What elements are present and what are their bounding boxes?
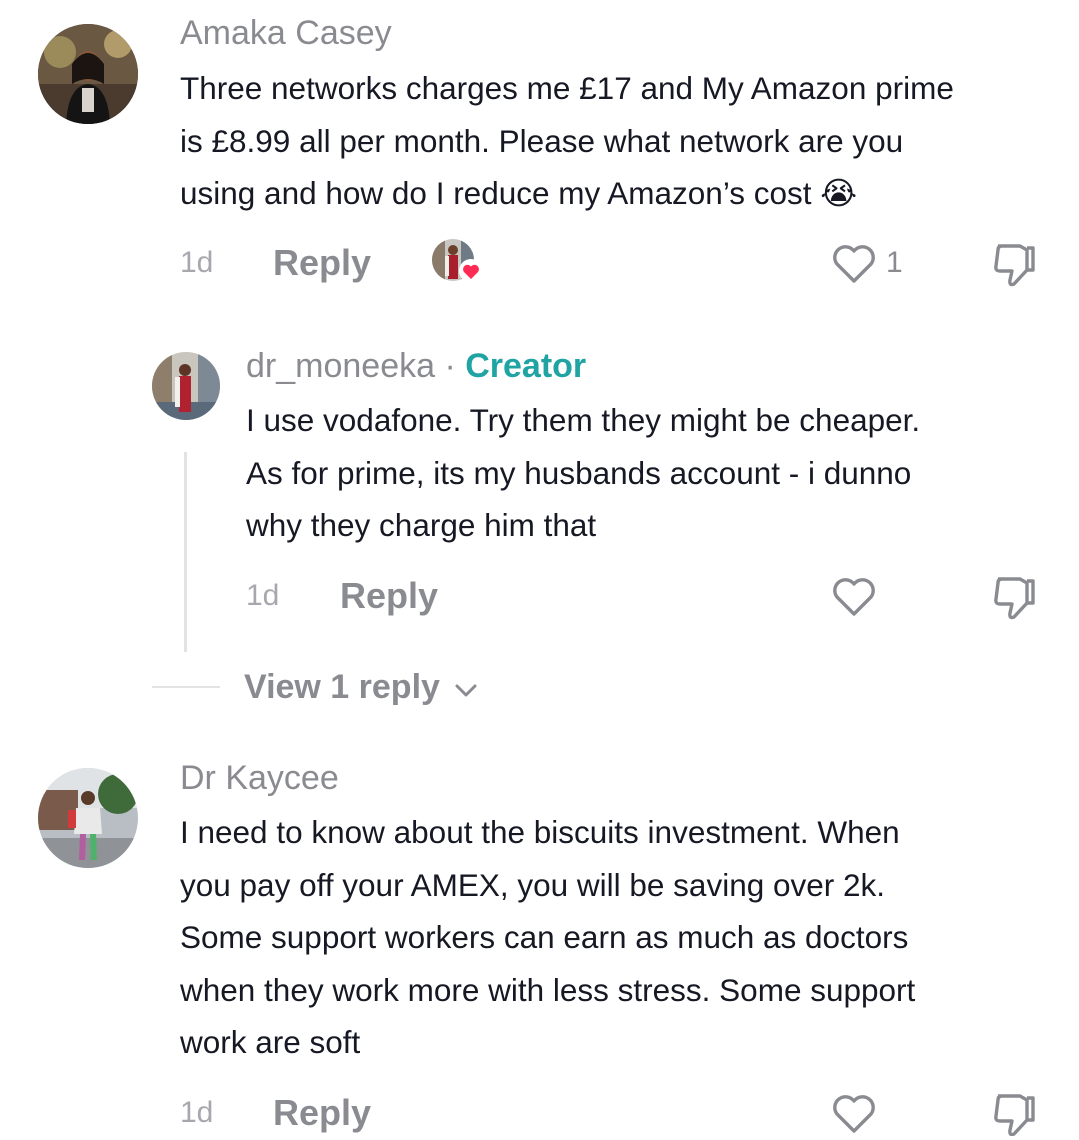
comment-text-line: when they work more with less stress. So… bbox=[180, 971, 916, 1008]
comment-time: 1d bbox=[180, 246, 214, 279]
avatar-amaka-casey[interactable] bbox=[38, 24, 138, 124]
creator-badge: Creator bbox=[465, 347, 587, 385]
comment-text-line-wrap: using and how do I reduce my Amazon’s co… bbox=[180, 167, 1050, 220]
heart-outline-icon[interactable] bbox=[831, 576, 877, 618]
comment-username[interactable]: Amaka Casey bbox=[180, 14, 392, 53]
like-count: 1 bbox=[886, 246, 903, 279]
comment-text: Three networks charges me £17 and My Ama… bbox=[180, 62, 1050, 220]
avatar-image bbox=[38, 24, 138, 124]
reply-time: 1d bbox=[246, 579, 280, 612]
chevron-down-icon bbox=[453, 670, 479, 709]
avatar-image bbox=[152, 352, 220, 420]
comment-text-line: work are soft bbox=[180, 1024, 361, 1061]
reply-button[interactable]: Reply bbox=[273, 242, 371, 284]
crying-emoji: 😭 bbox=[820, 175, 858, 212]
reply-username[interactable]: dr_moneeka bbox=[246, 347, 435, 385]
reply-username-row: dr_moneeka · Creator bbox=[246, 347, 586, 386]
comment-text-line: using and how do I reduce my Amazon’s co… bbox=[180, 175, 812, 212]
reply-thread-line bbox=[184, 452, 187, 652]
comment-text-line: Three networks charges me £17 and My Ama… bbox=[180, 70, 954, 106]
reply-button[interactable]: Reply bbox=[340, 575, 438, 617]
view-replies-label: View 1 reply bbox=[244, 668, 440, 706]
avatar-dr-moneeka[interactable] bbox=[152, 352, 220, 420]
comment-text-line: I need to know about the biscuits invest… bbox=[180, 814, 900, 850]
avatar-image bbox=[38, 768, 138, 868]
reply-button[interactable]: Reply bbox=[273, 1092, 371, 1134]
thumbs-down-icon[interactable] bbox=[990, 573, 1038, 623]
comment-text-line: is £8.99 all per month. Please what netw… bbox=[180, 122, 904, 159]
comment-text-line: you pay off your AMEX, you will be savin… bbox=[180, 866, 886, 903]
reply-text: I use vodafone. Try them they might be c… bbox=[246, 394, 1046, 552]
avatar-dr-kaycee[interactable] bbox=[38, 768, 138, 868]
reply-text-line: why they charge him that bbox=[246, 507, 597, 544]
reply-text-line: As for prime, its my husbands account - … bbox=[246, 454, 912, 491]
view-replies-divider bbox=[152, 686, 220, 688]
separator-dot: · bbox=[435, 347, 466, 385]
heart-outline-icon[interactable] bbox=[831, 1093, 877, 1135]
comment-text: I need to know about the biscuits invest… bbox=[180, 806, 1050, 1069]
view-replies-button[interactable]: View 1 reply bbox=[244, 668, 479, 709]
creator-liked-avatar-icon bbox=[431, 238, 485, 286]
thumbs-down-icon[interactable] bbox=[990, 240, 1038, 290]
comment-username[interactable]: Dr Kaycee bbox=[180, 759, 339, 798]
reply-text-line: I use vodafone. Try them they might be c… bbox=[246, 402, 921, 438]
comment-text-line: Some support workers can earn as much as… bbox=[180, 919, 909, 956]
thumbs-down-icon[interactable] bbox=[990, 1090, 1038, 1136]
comment-time: 1d bbox=[180, 1096, 214, 1129]
heart-outline-icon[interactable] bbox=[831, 243, 877, 285]
